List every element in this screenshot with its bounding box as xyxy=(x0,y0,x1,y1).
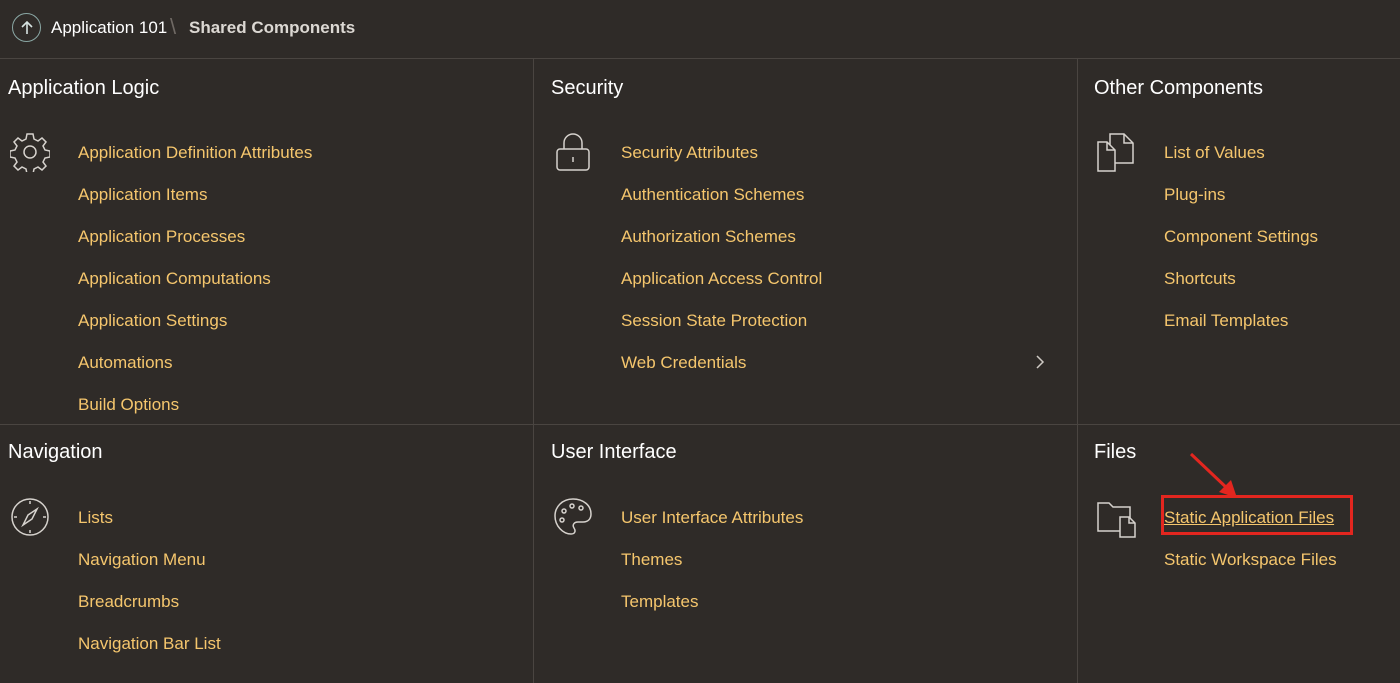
link-user-interface-attributes[interactable]: User Interface Attributes xyxy=(621,507,803,529)
chevron-right-icon[interactable] xyxy=(1033,353,1047,371)
panel-title: Files xyxy=(1094,441,1137,463)
breadcrumb-separator: \ xyxy=(170,14,177,39)
link-lists[interactable]: Lists xyxy=(78,507,113,529)
breadcrumb-bar: Application 101 \ Shared Components xyxy=(0,0,1400,59)
link-themes[interactable]: Themes xyxy=(621,549,682,571)
link-session-state-protection[interactable]: Session State Protection xyxy=(621,310,807,332)
link-email-templates[interactable]: Email Templates xyxy=(1164,310,1288,332)
row-divider xyxy=(0,424,1400,425)
panel-title: Application Logic xyxy=(8,77,160,99)
annotation-arrow-icon xyxy=(1185,450,1245,502)
link-application-processes[interactable]: Application Processes xyxy=(78,226,245,248)
panel-title: Navigation xyxy=(8,441,103,463)
panel-title: User Interface xyxy=(551,441,677,463)
link-web-credentials[interactable]: Web Credentials xyxy=(621,352,746,374)
link-application-settings[interactable]: Application Settings xyxy=(78,310,227,332)
link-authorization-schemes[interactable]: Authorization Schemes xyxy=(621,226,796,248)
link-navigation-menu[interactable]: Navigation Menu xyxy=(78,549,206,571)
link-build-options[interactable]: Build Options xyxy=(78,394,179,416)
link-list-of-values[interactable]: List of Values xyxy=(1164,142,1265,164)
link-component-settings[interactable]: Component Settings xyxy=(1164,226,1318,248)
link-plug-ins[interactable]: Plug-ins xyxy=(1164,184,1225,206)
folder-file-icon xyxy=(1096,497,1136,538)
link-application-access-control[interactable]: Application Access Control xyxy=(621,268,822,290)
page-title: Shared Components xyxy=(189,18,356,37)
link-automations[interactable]: Automations xyxy=(78,352,173,374)
documents-icon xyxy=(1096,132,1136,172)
gear-icon xyxy=(9,132,51,175)
link-security-attributes[interactable]: Security Attributes xyxy=(621,142,758,164)
link-shortcuts[interactable]: Shortcuts xyxy=(1164,268,1236,290)
link-authentication-schemes[interactable]: Authentication Schemes xyxy=(621,184,804,206)
breadcrumb-application[interactable]: Application 101 xyxy=(51,17,167,39)
palette-icon xyxy=(553,497,593,537)
up-arrow-icon[interactable] xyxy=(12,13,41,42)
link-breadcrumbs[interactable]: Breadcrumbs xyxy=(78,591,179,613)
panel-title: Security xyxy=(551,77,624,99)
link-application-items[interactable]: Application Items xyxy=(78,184,207,206)
lock-icon xyxy=(553,132,593,172)
link-static-workspace-files[interactable]: Static Workspace Files xyxy=(1164,549,1337,571)
link-templates[interactable]: Templates xyxy=(621,591,698,613)
link-navigation-bar-list[interactable]: Navigation Bar List xyxy=(78,633,221,655)
column-divider xyxy=(1077,59,1078,683)
link-application-definition-attributes[interactable]: Application Definition Attributes xyxy=(78,142,312,164)
column-divider xyxy=(533,59,534,683)
compass-icon xyxy=(10,497,50,537)
panel-title: Other Components xyxy=(1094,77,1263,99)
link-application-computations[interactable]: Application Computations xyxy=(78,268,271,290)
